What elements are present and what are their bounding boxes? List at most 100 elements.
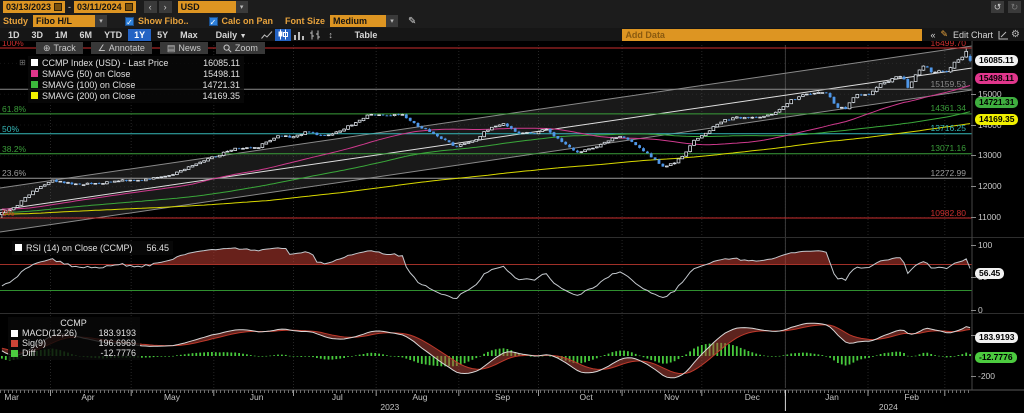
end-date-field[interactable]: 03/11/2024 (74, 1, 136, 13)
price-axis-badge: 14721.31 (975, 97, 1018, 108)
range-1m-button[interactable]: 1M (49, 29, 74, 41)
bloomberg-chart-window: 100%16499.7015159.5361.8%14361.3450%1371… (0, 0, 1024, 413)
x-axis-month-label: Nov (664, 392, 679, 402)
candle-chart-type-button[interactable] (275, 29, 291, 41)
study-select[interactable]: Fibo H/L (33, 15, 95, 27)
rsi-axis-tick: 0 (978, 306, 983, 315)
track-button[interactable]: ⊕ Track (36, 42, 83, 54)
price-axis-tick: 12000 (978, 182, 1002, 191)
macd-legend-row[interactable]: Sig(9) 196.6969 (11, 338, 136, 348)
frequency-value: Daily (216, 30, 238, 40)
compare-normalize-button[interactable]: ↕ (323, 29, 339, 41)
x-axis-month-label: Oct (579, 392, 592, 402)
price-axis-tick: 13000 (978, 151, 1002, 160)
table-button[interactable]: Table (349, 29, 384, 41)
legend-label: SMAVG (50) on Close (42, 69, 130, 79)
legend-value: 14169.35 (192, 91, 240, 101)
step-back-button[interactable]: ‹ (144, 1, 157, 13)
redo-button[interactable]: ↻ (1008, 1, 1021, 13)
calendar-icon[interactable] (54, 3, 62, 11)
updown-icon: ↕ (328, 30, 333, 40)
price-axis-tick: 11000 (978, 213, 1001, 222)
macd-legend-swatch (11, 330, 18, 337)
rsi-legend: RSI (14) on Close (CCMP) 56.45 (12, 241, 173, 255)
rsi-legend-value: 56.45 (137, 243, 170, 253)
legend-row[interactable]: CCMP Index (USD) - Last Price 16085.11 (31, 57, 240, 68)
rsi-legend-label: RSI (14) on Close (CCMP) (26, 243, 133, 253)
show-fibo-checkbox[interactable]: ✓ (125, 17, 134, 26)
volume-chart-type-button[interactable] (291, 29, 307, 41)
add-data-input[interactable]: Add Data (622, 29, 922, 41)
calendar-icon[interactable] (125, 3, 133, 11)
macd-legend-value: 183.9193 (88, 328, 136, 338)
calc-on-pan-label: Calc on Pan (222, 16, 274, 26)
macd-legend-swatch (11, 340, 18, 347)
legend-expand-icon[interactable]: ⊞ (19, 58, 26, 67)
legend-label: SMAVG (200) on Close (42, 91, 135, 101)
edit-chart-button[interactable]: Edit Chart (951, 29, 995, 41)
range-5y-button[interactable]: 5Y (151, 29, 174, 41)
annotate-icon: ∠ (98, 43, 106, 54)
ohlc-bars-chart-type-button[interactable] (307, 29, 323, 41)
range-1y-button[interactable]: 1Y (128, 29, 151, 41)
study-dropdown-arrow[interactable]: ▾ (95, 15, 107, 27)
frequency-caret-icon: ▼ (240, 33, 247, 40)
macd-legend-value: 196.6969 (88, 338, 136, 348)
font-size-select[interactable]: Medium (330, 15, 386, 27)
x-axis-month-label: Dec (745, 392, 760, 402)
currency-dropdown-arrow[interactable]: ▾ (236, 1, 248, 13)
start-date-field[interactable]: 03/13/2023 (3, 1, 65, 13)
undo-button[interactable]: ↺ (991, 1, 1004, 13)
currency-field[interactable]: USD (178, 1, 236, 13)
x-axis-month-label: May (164, 392, 180, 402)
chart-settings-icon[interactable] (995, 29, 1011, 41)
x-axis-month-label: Aug (412, 392, 427, 402)
legend-row[interactable]: SMAVG (200) on Close 14169.35 (31, 90, 240, 101)
macd-legend-swatch (11, 350, 18, 357)
end-date-value: 03/11/2024 (77, 2, 122, 12)
price-legend: CCMP Index (USD) - Last Price 16085.11 S… (28, 56, 244, 103)
frequency-select[interactable]: Daily ▼ (210, 29, 253, 41)
gear-icon[interactable]: ⚙ (1011, 29, 1020, 40)
legend-value: 16085.11 (193, 58, 240, 68)
annotate-label: Annotate (109, 43, 145, 53)
fib-percent-label: 50% (2, 125, 19, 134)
range-ytd-button[interactable]: YTD (98, 29, 128, 41)
table-label: Table (355, 30, 378, 40)
add-data-placeholder: Add Data (625, 30, 665, 40)
legend-row[interactable]: SMAVG (100) on Close 14721.31 (31, 79, 240, 90)
zoom-label: Zoom (235, 43, 258, 53)
annotate-button[interactable]: ∠ Annotate (91, 42, 152, 54)
rsi-swatch (15, 244, 22, 251)
step-forward-button[interactable]: › (159, 1, 172, 13)
fib-price-label: 15159.53 (931, 80, 966, 89)
x-axis-year-label: 2024 (879, 402, 898, 412)
range-6m-button[interactable]: 6M (74, 29, 99, 41)
font-size-dropdown-arrow[interactable]: ▾ (386, 15, 398, 27)
range-buttons: 1D3D1M6MYTD1Y5YMax (2, 29, 204, 41)
collapse-chevrons-icon[interactable]: « (930, 30, 935, 40)
macd-legend-row[interactable]: MACD(12,26) 183.9193 (11, 328, 136, 338)
zoom-button[interactable]: Zoom (216, 42, 265, 54)
x-axis-month-label: Jul (332, 392, 343, 402)
news-button[interactable]: ▤ News (160, 42, 208, 54)
fib-percent-label: 61.8% (2, 105, 26, 114)
legend-swatch (31, 92, 38, 99)
draw-pencil-icon[interactable]: ✎ (408, 16, 416, 27)
range-max-button[interactable]: Max (174, 29, 204, 41)
x-axis-month-label: Mar (4, 392, 19, 402)
study-value: Fibo H/L (36, 16, 72, 26)
line-chart-type-button[interactable] (259, 29, 275, 41)
legend-swatch (31, 70, 38, 77)
news-icon: ▤ (167, 43, 176, 54)
rsi-axis-badge: 56.45 (975, 268, 1004, 279)
rsi-axis-tick: 100 (978, 241, 992, 250)
range-3d-button[interactable]: 3D (26, 29, 50, 41)
magnifier-icon (223, 44, 232, 53)
calc-on-pan-checkbox[interactable]: ✓ (209, 17, 218, 26)
legend-label: CCMP Index (USD) - Last Price (42, 58, 168, 68)
legend-row[interactable]: SMAVG (50) on Close 15498.11 (31, 68, 240, 79)
range-1d-button[interactable]: 1D (2, 29, 26, 41)
macd-legend-row[interactable]: Diff -12.7776 (11, 348, 136, 358)
show-fibo-label: Show Fibo.. (138, 16, 189, 26)
